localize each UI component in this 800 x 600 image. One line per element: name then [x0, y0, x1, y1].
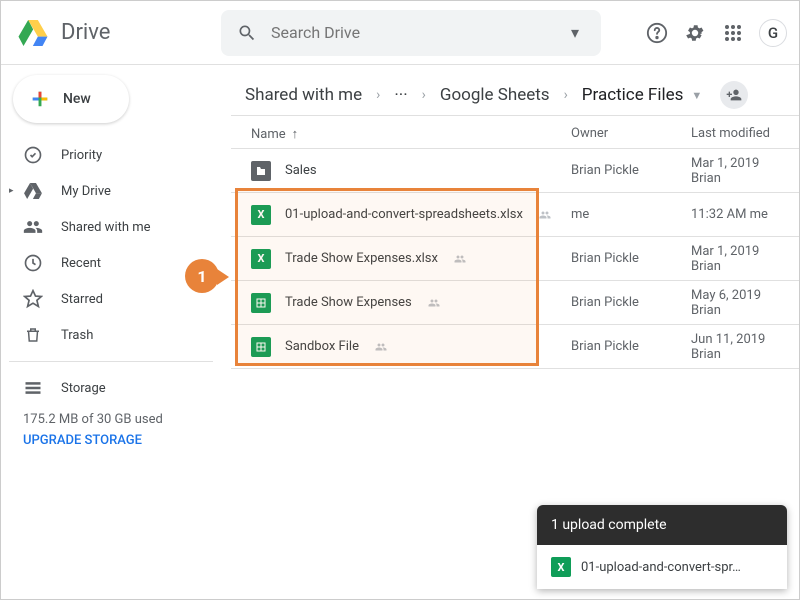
trash-icon	[23, 325, 43, 345]
shared-indicator-icon	[426, 297, 442, 309]
sidebar-item-label: Storage	[61, 381, 106, 396]
file-modified: Mar 1, 2019 Brian	[691, 244, 791, 274]
file-owner: Brian Pickle	[571, 339, 691, 354]
app-name: Drive	[61, 20, 110, 45]
breadcrumb-item-current[interactable]: Practice Files ▼	[576, 81, 708, 109]
file-modified: May 6, 2019 Brian	[691, 288, 791, 318]
column-owner-header[interactable]: Owner	[571, 126, 691, 142]
sheets-icon	[251, 293, 271, 313]
chevron-down-icon: ▼	[691, 89, 702, 102]
priority-icon	[23, 145, 43, 165]
chevron-right-icon: ›	[562, 87, 570, 103]
file-owner: Brian Pickle	[571, 251, 691, 266]
sidebar-item-label: Recent	[61, 256, 101, 271]
file-row[interactable]: Trade Show Expenses Brian PickleMay 6, 2…	[231, 281, 799, 325]
shared-indicator-icon	[452, 253, 468, 265]
toast-title: 1 upload complete	[537, 505, 787, 545]
sidebar-item-label: Starred	[61, 292, 103, 307]
sheets-icon	[251, 337, 271, 357]
sidebar-item-shared[interactable]: Shared with me	[9, 209, 213, 245]
sidebar-item-trash[interactable]: Trash	[9, 317, 213, 353]
callout-number: 1	[197, 267, 206, 286]
apps-grid-icon[interactable]	[721, 21, 745, 45]
file-name: Sales	[285, 163, 317, 178]
star-icon	[23, 289, 43, 309]
file-name: Trade Show Expenses	[285, 295, 412, 310]
xlsx-icon: X	[251, 249, 271, 269]
account-letter: G	[768, 24, 778, 42]
new-button-label: New	[63, 91, 91, 107]
chevron-right-icon: ›	[420, 87, 428, 103]
account-avatar[interactable]: G	[759, 19, 787, 47]
breadcrumb-item[interactable]: Shared with me	[239, 81, 368, 109]
drive-logo-icon	[13, 13, 53, 53]
folder-icon	[251, 161, 271, 181]
search-box[interactable]: ▾	[221, 10, 601, 56]
clock-icon	[23, 253, 43, 273]
person-add-icon	[726, 87, 742, 103]
upload-toast: 1 upload complete X 01-upload-and-conver…	[537, 505, 787, 589]
file-owner: Brian Pickle	[571, 163, 691, 178]
sidebar-item-mydrive[interactable]: My Drive	[9, 173, 213, 209]
storage-usage: 175.2 MB of 30 GB used	[9, 406, 213, 433]
column-headers: Name ↑ Owner Last modified	[231, 116, 799, 149]
sidebar-item-starred[interactable]: Starred	[9, 281, 213, 317]
sidebar-item-storage[interactable]: Storage	[9, 370, 213, 406]
search-input[interactable]	[271, 23, 551, 42]
sort-arrow-up-icon: ↑	[292, 126, 299, 142]
shared-indicator-icon	[537, 209, 553, 221]
breadcrumb: Shared with me › ··· › Google Sheets › P…	[231, 75, 799, 116]
file-row[interactable]: X 01-upload-and-convert-spreadsheets.xlsx…	[231, 193, 799, 237]
search-icon	[235, 21, 259, 45]
column-name-header[interactable]: Name ↑	[251, 126, 571, 142]
search-options-caret-icon[interactable]: ▾	[563, 21, 587, 45]
column-modified-header[interactable]: Last modified	[691, 126, 791, 142]
sidebar-item-priority[interactable]: Priority	[9, 137, 213, 173]
settings-gear-icon[interactable]	[683, 21, 707, 45]
file-modified: Mar 1, 2019 Brian	[691, 156, 791, 186]
file-owner: Brian Pickle	[571, 295, 691, 310]
sidebar-item-recent[interactable]: Recent	[9, 245, 213, 281]
share-button[interactable]	[720, 81, 748, 109]
upgrade-storage-link[interactable]: UPGRADE STORAGE	[9, 433, 213, 448]
file-name: Trade Show Expenses.xlsx	[285, 251, 438, 266]
chevron-right-icon: ›	[374, 87, 382, 103]
file-owner: me	[571, 207, 691, 222]
file-name: 01-upload-and-convert-spreadsheets.xlsx	[285, 207, 523, 222]
plus-icon	[27, 86, 53, 112]
xlsx-icon: X	[251, 205, 271, 225]
xlsx-icon: X	[551, 557, 571, 577]
sidebar-item-label: Trash	[61, 328, 93, 343]
file-modified: 11:32 AM me	[691, 207, 791, 222]
sidebar-item-label: Priority	[61, 148, 102, 163]
column-label: Name	[251, 127, 286, 142]
file-row[interactable]: Sales Brian PickleMar 1, 2019 Brian	[231, 149, 799, 193]
sidebar-item-label: My Drive	[61, 184, 111, 199]
help-icon[interactable]	[645, 21, 669, 45]
file-modified: Jun 11, 2019 Brian	[691, 332, 791, 362]
tutorial-callout-1: 1	[185, 259, 219, 293]
new-button[interactable]: New	[13, 75, 129, 123]
file-row[interactable]: Sandbox File Brian PickleJun 11, 2019 Br…	[231, 325, 799, 369]
shared-icon	[23, 217, 43, 237]
storage-icon	[23, 378, 43, 398]
file-row[interactable]: X Trade Show Expenses.xlsx Brian PickleMa…	[231, 237, 799, 281]
sidebar-item-label: Shared with me	[61, 220, 151, 235]
breadcrumb-label: Practice Files	[582, 85, 684, 105]
file-name: Sandbox File	[285, 339, 359, 354]
breadcrumb-item[interactable]: Google Sheets	[434, 81, 556, 109]
toast-filename: 01-upload-and-convert-spr…	[581, 560, 741, 575]
breadcrumb-overflow[interactable]: ···	[388, 81, 413, 109]
mydrive-icon	[23, 181, 43, 201]
shared-indicator-icon	[373, 341, 389, 353]
